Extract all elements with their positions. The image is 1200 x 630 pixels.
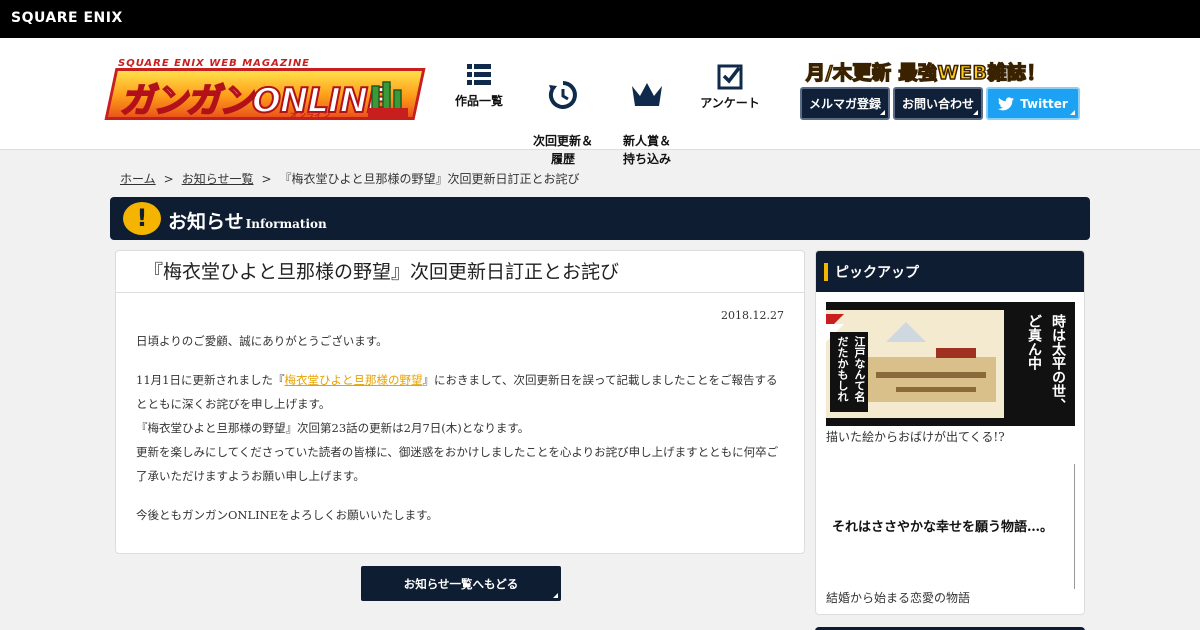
- logo-subtitle: オンライン: [290, 111, 330, 120]
- banner-text-left: 江戸なんて名だたかもしれません: [836, 336, 866, 402]
- nav-survey[interactable]: アンケート: [698, 62, 762, 112]
- nav-label: アンケート: [700, 96, 760, 110]
- article-paragraph: 日頃よりのご愛顧、誠にありがとうございます。: [136, 334, 388, 348]
- top-bar: SQUARE ENIX: [0, 0, 1200, 38]
- article-text: 11月1日に更新されました『: [136, 373, 285, 387]
- twitter-button[interactable]: Twitter: [986, 87, 1080, 120]
- breadcrumb-current: 『梅衣堂ひよと旦那様の野望』次回更新日訂正とお詫び: [279, 172, 580, 186]
- section-title: お知らせ Information: [168, 207, 327, 234]
- article-title: 『梅衣堂ひよと旦那様の野望』次回更新日訂正とお詫び: [116, 251, 804, 293]
- exclamation-icon: !: [123, 202, 161, 235]
- article-card: 『梅衣堂ひよと旦那様の野望』次回更新日訂正とお詫び 2018.12.27 日頃よ…: [115, 250, 805, 554]
- nav-next-update[interactable]: 次回更新＆ 履歴: [530, 62, 596, 168]
- checkbox-icon: [717, 64, 743, 90]
- banner-text: それはささやかな幸せを願う物語…。: [832, 520, 1054, 535]
- article-body: 日頃よりのご愛顧、誠にありがとうございます。 11月1日に更新されました『梅衣堂…: [136, 329, 786, 542]
- nav-newcomer-award[interactable]: 新人賞＆ 持ち込み: [620, 62, 674, 168]
- breadcrumb-news-list[interactable]: お知らせ一覧: [182, 172, 254, 186]
- article-text: 更新を楽しみにしてくださっていた読者の皆様に、御迷惑をおかけしましたことを心より…: [136, 445, 779, 483]
- breadcrumb: ホーム > お知らせ一覧 > 『梅衣堂ひよと旦那様の野望』次回更新日訂正とお詫び: [120, 170, 580, 187]
- back-to-news-list-button[interactable]: お知らせ一覧へもどる: [361, 566, 561, 601]
- accent-bar: [824, 263, 828, 281]
- mail-magazine-button[interactable]: メルマガ登録: [800, 87, 890, 120]
- twitter-bird-icon: [998, 96, 1015, 110]
- breadcrumb-separator: >: [163, 172, 174, 186]
- pickup-header: ピックアップ: [816, 251, 1084, 292]
- logo-title: ガンガンONLINE: [119, 80, 391, 122]
- crown-icon: [632, 83, 662, 106]
- article-text: 『梅衣堂ひよと旦那様の野望』次回第23話の更新は2月7日(木)となります。: [136, 421, 530, 435]
- list-grid-icon: [467, 64, 491, 85]
- pickup-banner-2[interactable]: それはささやかな幸せを願う物語…。: [826, 464, 1075, 589]
- gangan-online-logo[interactable]: SQUARE ENIX WEB MAGAZINE ガンガンONLINE オンライ…: [104, 58, 428, 124]
- nav-label: 新人賞＆ 持ち込み: [622, 134, 671, 166]
- section-title-en: Information: [245, 217, 327, 231]
- contact-button[interactable]: お問い合わせ: [893, 87, 983, 120]
- pickup-title: ピックアップ: [835, 265, 919, 281]
- square-enix-logo[interactable]: SQUARE ENIX: [11, 10, 123, 26]
- twitter-label: Twitter: [1020, 96, 1068, 111]
- section-title-jp: お知らせ: [168, 211, 244, 233]
- nav-label: 次回更新＆ 履歴: [532, 134, 593, 166]
- breadcrumb-home[interactable]: ホーム: [120, 172, 156, 186]
- breadcrumb-separator: >: [261, 172, 272, 186]
- tagline: 月/木更新 最強WEB雑誌！: [805, 61, 1046, 85]
- section-header: ! お知らせ Information: [110, 197, 1090, 240]
- kadomatsu-icon: [368, 81, 408, 118]
- article-date: 2018.12.27: [721, 309, 784, 322]
- article-paragraph: 11月1日に更新されました『梅衣堂ひよと旦那様の野望』におきまして、次回更新日を…: [136, 368, 786, 488]
- nav-works-list[interactable]: 作品一覧: [450, 62, 508, 110]
- banner-text-right: 時は太平の世、ど真ん中: [1026, 314, 1066, 412]
- pickup-panel: ピックアップ 時は太平の世、ど真ん中 江戸なんて名だたかもしれません 描いた絵か…: [815, 250, 1085, 615]
- pickup-caption-1[interactable]: 描いた絵からおばけが出てくる!?: [826, 428, 1005, 445]
- series-link[interactable]: 梅衣堂ひよと旦那様の野望: [284, 373, 422, 387]
- pickup-banner-1[interactable]: 時は太平の世、ど真ん中 江戸なんて名だたかもしれません: [826, 302, 1075, 426]
- nav-label: 作品一覧: [454, 94, 503, 108]
- article-paragraph: 今後ともガンガンONLINEをよろしくお願いいたします。: [136, 508, 438, 522]
- pickup-caption-2[interactable]: 結婚から始まる恋愛の物語: [826, 589, 970, 606]
- clock-refresh-icon: [548, 81, 577, 109]
